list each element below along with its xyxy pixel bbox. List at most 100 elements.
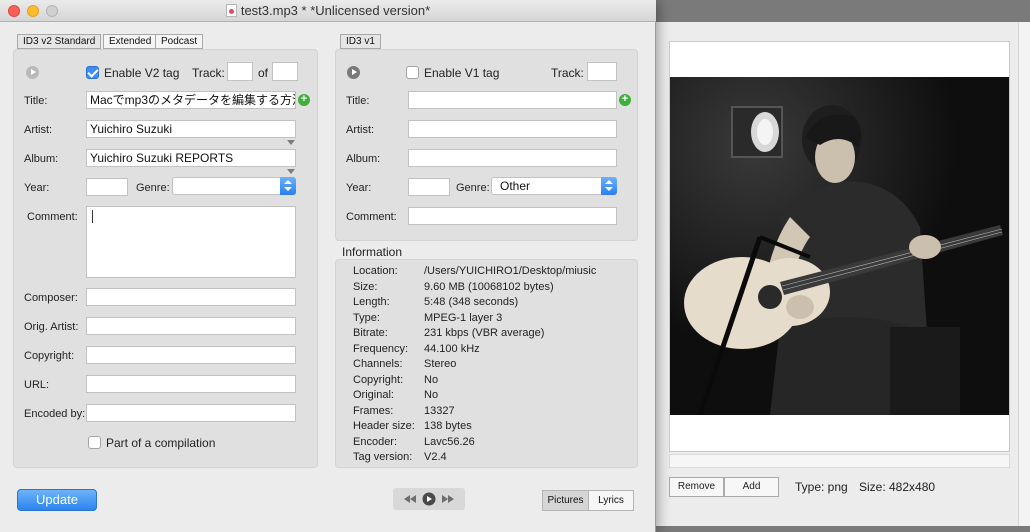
v2-track-input[interactable] [227,62,253,81]
v1-comment-label: Comment: [346,211,397,223]
v2-composer-input[interactable] [86,288,296,306]
remove-picture-button[interactable]: Remove [669,477,724,497]
v1-genre-select[interactable]: Other [491,177,617,195]
v1-artist-label: Artist: [346,124,375,136]
v1-comment-input[interactable] [408,207,617,225]
text-caret [92,210,93,223]
v1-album-label: Album: [346,153,381,165]
info-row: Frames: 13327 [353,405,633,419]
pictures-toggle-button[interactable]: Pictures [542,490,589,511]
v2-album-label: Album: [24,153,59,165]
v2-track-label: Track: [192,66,225,80]
picture-list-strip[interactable] [669,454,1010,468]
play-preview-icon[interactable] [26,66,39,79]
v2-comment-label: Comment: [27,211,78,223]
info-key: Original: [353,389,394,401]
add-v1-title-plus-icon[interactable]: + [619,94,631,106]
info-value: No [424,373,439,386]
info-row: Size: 9.60 MB (10068102 bytes) [353,281,633,295]
v1-title-input[interactable] [408,91,617,109]
v2-artist-input[interactable]: Yuichiro Suzuki [86,120,296,138]
play-icon[interactable] [422,492,436,506]
enable-v2-checkbox[interactable] [86,66,99,79]
v1-year-input[interactable] [408,178,450,196]
info-key: Copyright: [353,373,404,386]
info-key: Encoder: [353,435,398,448]
tab-id3v2-standard[interactable]: ID3 v2 Standard [17,34,102,49]
update-button[interactable]: Update [17,489,97,511]
info-value: 138 bytes [424,420,472,432]
enable-v1-label: Enable V1 tag [424,66,500,80]
info-key: Size: [353,280,378,293]
album-art-image [670,77,1009,415]
add-title-plus-icon[interactable]: + [298,94,310,106]
v1-genre-label: Genre: [456,182,490,194]
v1-artist-input[interactable] [408,120,617,138]
v2-copyright-input[interactable] [86,346,296,364]
tab-extended[interactable]: Extended [103,34,158,49]
v2-album-input[interactable]: Yuichiro Suzuki REPORTS [86,149,296,167]
artist-dropdown-icon[interactable] [287,140,295,145]
info-value: 13327 [424,404,455,417]
compilation-label: Part of a compilation [106,436,216,450]
info-value: 231 kbps (VBR average) [424,327,545,339]
window-title: test3.mp3 * *Unlicensed version* [0,3,656,18]
info-row: Tag version: V2.4 [353,451,633,465]
info-row: Encoder: Lavc56.26 [353,436,633,450]
v2-encoded-by-input[interactable] [86,404,296,422]
title-bar[interactable]: test3.mp3 * *Unlicensed version* [0,0,656,22]
v2-url-input[interactable] [86,375,296,393]
v1-track-label: Track: [551,66,584,80]
info-value: /Users/YUICHIRO1/Desktop/miusic [424,265,597,277]
info-value: Lavc56.26 [424,435,475,448]
v2-of-label: of [258,66,269,80]
v2-orig-artist-label: Orig. Artist: [24,321,79,333]
info-key: Frequency: [353,342,409,355]
v1-track-input[interactable] [587,62,617,81]
lyrics-toggle-button[interactable]: Lyrics [588,490,634,511]
info-key: Type: [353,311,380,324]
v2-comment-textarea[interactable] [86,206,296,278]
v2-copyright-label: Copyright: [24,350,75,362]
info-key: Location: [353,265,398,277]
play-preview-v1-icon[interactable] [347,66,360,79]
chevron-updown-icon[interactable] [601,177,617,195]
information-heading: Information [342,245,403,259]
v2-orig-artist-input[interactable] [86,317,296,335]
info-row: Length: 5:48 (348 seconds) [353,296,633,310]
info-key: Channels: [353,358,403,370]
rewind-icon[interactable] [404,495,416,503]
fast-forward-icon[interactable] [442,495,454,503]
info-row: Bitrate: 231 kbps (VBR average) [353,327,633,341]
v2-genre-label: Genre: [136,182,170,194]
picture-size-text: Size: 482x480 [859,480,936,494]
info-value: V2.4 [424,451,447,463]
v1-album-input[interactable] [408,149,617,167]
info-value: Stereo [424,358,457,370]
chevron-updown-icon[interactable] [280,177,296,195]
picture-type-text: Type: png [795,480,848,494]
tab-id3v1[interactable]: ID3 v1 [340,34,381,49]
v2-genre-select[interactable] [172,177,296,195]
v2-track-total-input[interactable] [272,62,298,81]
info-value: 5:48 (348 seconds) [424,296,519,308]
info-row: Channels: Stereo [353,358,633,372]
add-picture-button[interactable]: Add [724,477,779,497]
enable-v2-label: Enable V2 tag [104,66,180,80]
info-key: Tag version: [353,451,413,463]
v2-year-label: Year: [24,182,50,194]
compilation-checkbox[interactable] [88,436,101,449]
v1-year-label: Year: [346,182,372,194]
info-value: MPEG-1 layer 3 [424,311,503,324]
info-row: Type: MPEG-1 layer 3 [353,312,633,326]
tab-podcast[interactable]: Podcast [155,34,204,49]
v2-url-label: URL: [24,379,50,391]
album-dropdown-icon[interactable] [287,169,295,174]
enable-v1-checkbox[interactable] [406,66,419,79]
v2-title-input[interactable]: Macでmp3のメタデータを編集する方法 [86,91,296,109]
info-key: Bitrate: [353,327,388,339]
v2-year-input[interactable] [86,178,128,196]
info-value: No [424,389,439,401]
info-key: Frames: [353,404,394,417]
window-edge-scrollbar[interactable] [1018,22,1030,526]
